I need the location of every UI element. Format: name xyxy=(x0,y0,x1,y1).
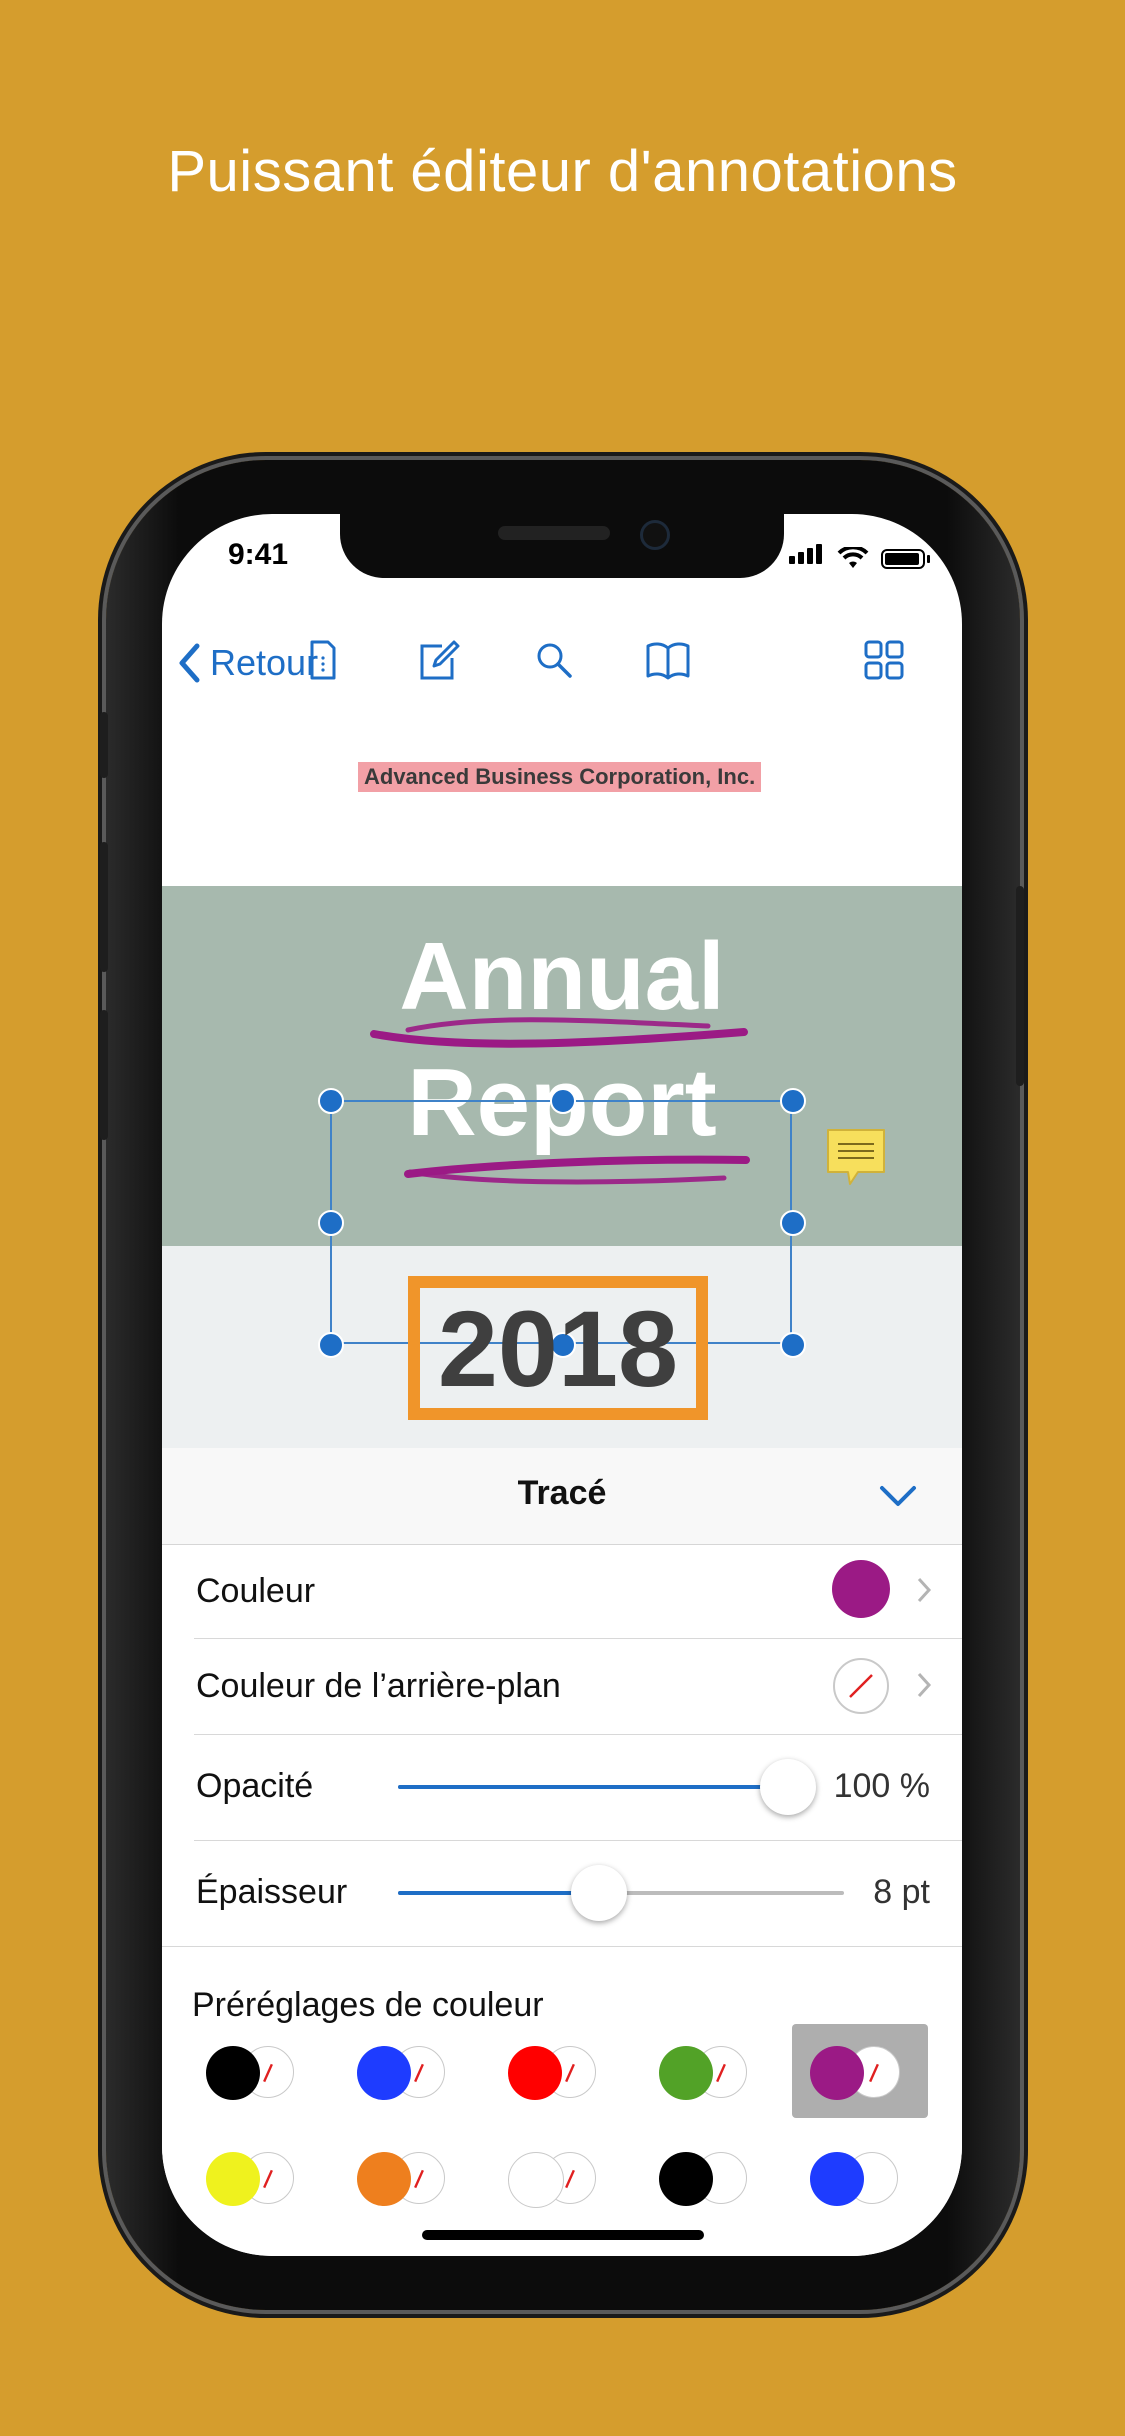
chevron-left-icon xyxy=(179,643,200,683)
search-icon[interactable] xyxy=(528,634,580,686)
chevron-right-icon xyxy=(917,1672,932,1698)
speaker xyxy=(498,526,610,540)
cellular-signal-icon xyxy=(789,544,825,569)
background-color-row[interactable]: Couleur de l’arrière-plan xyxy=(162,1639,962,1733)
separator xyxy=(162,1946,962,1947)
resize-handle-left[interactable] xyxy=(318,1210,344,1236)
preset-stroke-color xyxy=(508,2152,564,2208)
color-row[interactable]: Couleur xyxy=(162,1544,962,1638)
status-icons xyxy=(789,544,930,569)
color-preset[interactable] xyxy=(647,2142,757,2208)
note-annotation-icon[interactable] xyxy=(824,1126,890,1192)
panel-title: Tracé xyxy=(517,1474,607,1512)
battery-icon xyxy=(881,549,925,569)
opacity-slider-fill xyxy=(398,1785,788,1789)
resize-handle-top-right[interactable] xyxy=(780,1088,806,1114)
home-indicator xyxy=(422,2230,704,2240)
wifi-icon xyxy=(837,547,869,568)
preset-stroke-color xyxy=(659,2152,713,2206)
opacity-value: 100 % xyxy=(833,1767,930,1805)
color-preset[interactable] xyxy=(194,2036,304,2102)
volume-up-button xyxy=(100,842,108,972)
front-camera xyxy=(640,520,670,550)
grid-icon[interactable] xyxy=(858,634,910,686)
navigation-bar: Retour xyxy=(162,608,962,713)
opacity-slider[interactable] xyxy=(398,1785,788,1789)
opacity-slider-thumb[interactable] xyxy=(760,1759,816,1815)
preset-stroke-color xyxy=(357,2152,411,2206)
color-preset[interactable] xyxy=(798,2142,908,2208)
preset-stroke-color xyxy=(357,2046,411,2100)
battery-cap xyxy=(927,555,930,563)
color-swatch[interactable] xyxy=(832,1560,890,1618)
silent-switch xyxy=(100,712,108,778)
preset-stroke-color xyxy=(810,2152,864,2206)
thickness-label: Épaisseur xyxy=(196,1873,348,1911)
preset-stroke-color xyxy=(508,2046,562,2100)
book-icon[interactable] xyxy=(642,634,694,686)
thickness-slider-thumb[interactable] xyxy=(570,1865,627,1921)
year-box[interactable]: 2018 xyxy=(408,1276,708,1420)
document-icon[interactable] xyxy=(296,634,348,686)
color-preset[interactable] xyxy=(496,2142,606,2208)
resize-handle-top-left[interactable] xyxy=(318,1088,344,1114)
no-color-swatch-icon[interactable] xyxy=(832,1657,890,1715)
opacity-label: Opacité xyxy=(196,1767,314,1805)
resize-handle-bottom-right[interactable] xyxy=(780,1332,806,1358)
color-preset-selected[interactable] xyxy=(792,2024,928,2118)
thickness-row: Épaisseur 8 pt xyxy=(162,1841,962,1945)
thickness-slider-fill xyxy=(398,1891,599,1895)
color-preset[interactable] xyxy=(496,2036,606,2102)
resize-handle-top[interactable] xyxy=(550,1088,576,1114)
headline: Puissant éditeur d'annotations xyxy=(167,139,958,204)
color-preset[interactable] xyxy=(345,2142,455,2208)
preset-stroke-color xyxy=(659,2046,713,2100)
edit-icon[interactable] xyxy=(412,634,464,686)
opacity-row: Opacité 100 % xyxy=(162,1735,962,1839)
color-label: Couleur xyxy=(196,1572,316,1610)
background-color-label: Couleur de l’arrière-plan xyxy=(196,1667,561,1705)
power-button xyxy=(1016,886,1024,1086)
thickness-value: 8 pt xyxy=(873,1873,930,1911)
resize-handle-right[interactable] xyxy=(780,1210,806,1236)
preset-stroke-color xyxy=(206,2152,260,2206)
color-preset[interactable] xyxy=(647,2036,757,2102)
color-presets-label: Préréglages de couleur xyxy=(192,1986,544,2024)
status-time: 9:41 xyxy=(228,538,289,571)
panel-header: Tracé xyxy=(162,1448,962,1545)
volume-down-button xyxy=(100,1010,108,1140)
color-preset[interactable] xyxy=(345,2036,455,2102)
resize-handle-bottom-left[interactable] xyxy=(318,1332,344,1358)
preset-stroke-color xyxy=(810,2046,864,2100)
chevron-down-icon[interactable] xyxy=(878,1484,918,1508)
chevron-right-icon xyxy=(917,1577,932,1603)
phone-screen: 9:41 Retour Advanced Business Corporatio… xyxy=(162,514,962,2256)
document-page[interactable]: Advanced Business Corporation, Inc. Annu… xyxy=(162,712,962,1450)
preset-stroke-color xyxy=(206,2046,260,2100)
color-preset[interactable] xyxy=(194,2142,304,2208)
ink-properties-panel: Tracé Couleur Couleur de l’arrière-plan … xyxy=(162,1448,962,2256)
notch xyxy=(340,514,784,578)
